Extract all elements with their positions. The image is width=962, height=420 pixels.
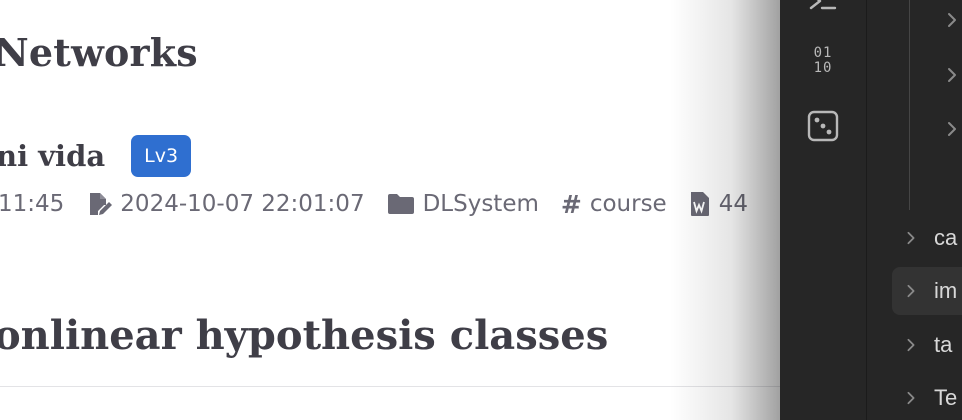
section-heading: onlinear hypothesis classes — [0, 312, 609, 359]
level-badge: Lv3 — [131, 135, 192, 177]
chevron-right-icon — [907, 231, 915, 245]
meta-tag[interactable]: # course — [561, 190, 667, 219]
created-time: 11:45 — [0, 191, 65, 217]
chevron-right-icon[interactable] — [944, 67, 960, 83]
folder-label: ca — [934, 225, 958, 250]
dice-icon[interactable] — [807, 110, 839, 142]
hash-icon: # — [560, 189, 582, 219]
author-row: ni vida Lv3 — [0, 134, 192, 178]
chevron-right-icon — [907, 338, 915, 352]
terminal-icon[interactable] — [807, 0, 839, 18]
tree-indent-guide — [909, 0, 910, 210]
folder-label: ta — [934, 332, 953, 357]
post-title: Networks — [0, 30, 198, 75]
folder-label: im — [934, 278, 958, 303]
post-meta: 11:45 2024-10-07 22:01:07 DLSystem # cou… — [0, 186, 770, 222]
meta-updated: 2024-10-07 22:01:07 — [86, 191, 365, 217]
folder-icon — [387, 194, 414, 214]
author-name[interactable]: ni vida — [0, 139, 105, 173]
chevron-right-icon — [907, 391, 915, 405]
chevron-right-icon[interactable] — [944, 121, 960, 137]
sidebar-drawer: 01 10 ca im ta Te — [780, 0, 962, 420]
activity-bar: 01 10 — [780, 0, 867, 420]
binary-glyph-bottom: 10 — [813, 60, 833, 76]
updated-datetime: 2024-10-07 22:01:07 — [120, 191, 365, 217]
tree-folder-ta[interactable]: ta — [892, 321, 962, 369]
meta-created: 11:45 — [0, 191, 64, 217]
category-link[interactable]: DLSystem — [423, 191, 539, 217]
heading-divider — [0, 386, 780, 387]
meta-category[interactable]: DLSystem — [387, 191, 539, 217]
tag-link[interactable]: course — [590, 191, 667, 217]
tree-folder-im[interactable]: im — [892, 267, 962, 315]
chevron-right-icon[interactable] — [944, 12, 960, 28]
chevron-right-icon — [907, 284, 915, 298]
article-pane: Networks ni vida Lv3 11:45 2024-10-07 22… — [0, 0, 780, 420]
sidebar-shadow — [670, 0, 782, 420]
tree-folder-te[interactable]: Te — [892, 374, 962, 420]
tree-folder-ca[interactable]: ca — [892, 214, 962, 262]
binary-icon[interactable]: 01 10 — [807, 46, 839, 78]
folder-label: Te — [934, 385, 958, 410]
edit-file-icon — [90, 193, 113, 215]
binary-glyph-top: 01 — [813, 45, 833, 61]
